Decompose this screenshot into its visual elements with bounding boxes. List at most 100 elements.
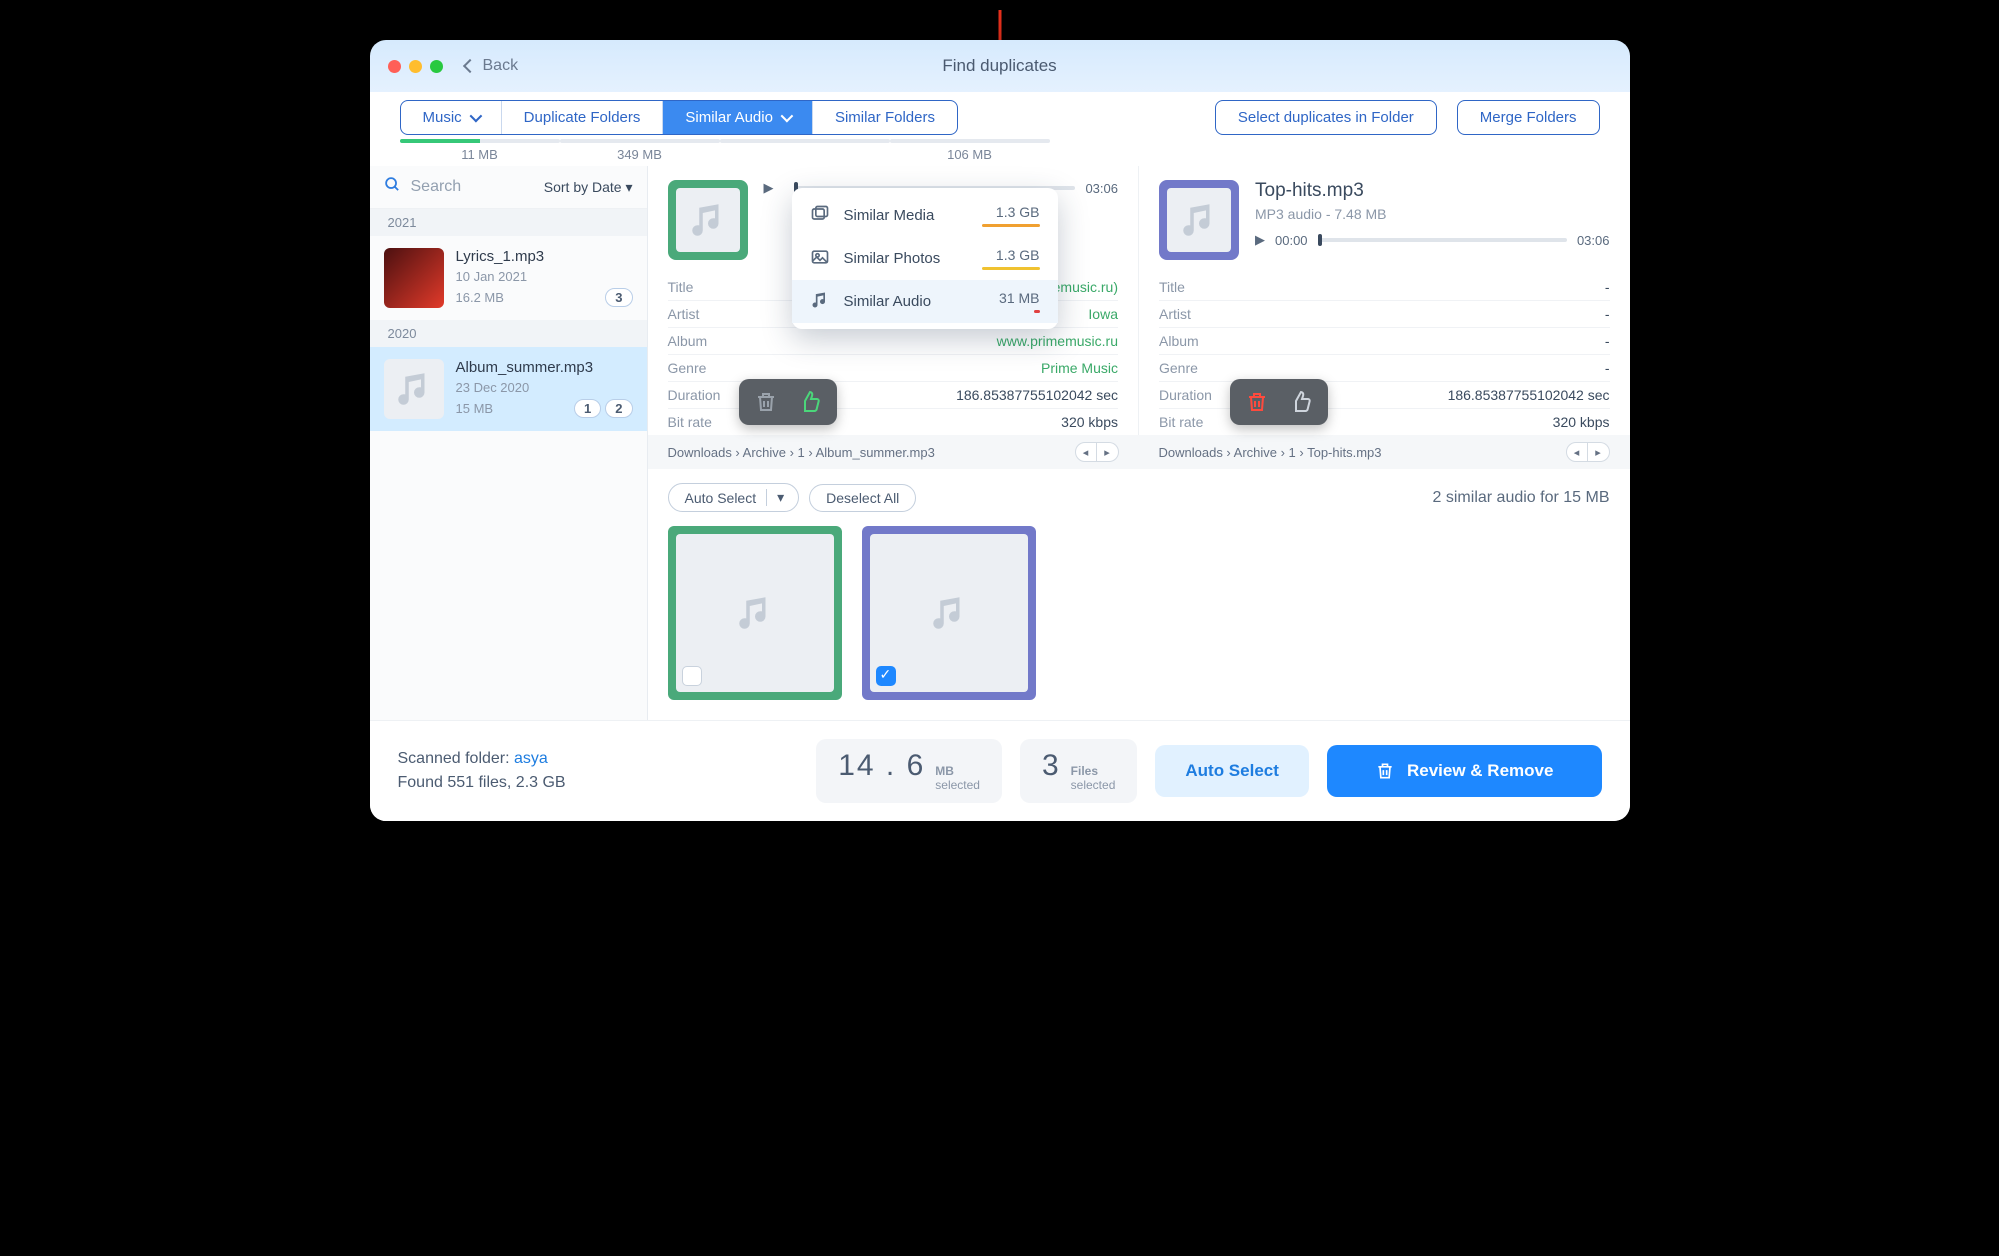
dropdown-item[interactable]: Similar Media 1.3 GB — [792, 194, 1058, 237]
count-badge: 2 — [605, 399, 632, 418]
merge-folders-button[interactable]: Merge Folders — [1457, 100, 1600, 135]
sort-dropdown[interactable]: Sort by Date — [544, 179, 633, 196]
file-size: 15 MB — [456, 401, 494, 416]
tab-similar-audio-label: Similar Audio — [685, 109, 773, 126]
nav-prev-button[interactable]: ◂ — [1566, 442, 1588, 462]
scan-summary: Scanned folder: asya Found 551 files, 2.… — [398, 747, 566, 795]
breadcrumb: Downloads › Archive › 1 › Album_summer.m… — [648, 435, 1139, 469]
back-label: Back — [483, 57, 519, 75]
meta-value: - — [1605, 333, 1610, 349]
pane-title: Top-hits.mp3 — [1255, 180, 1610, 202]
trash-icon[interactable] — [1244, 389, 1270, 415]
breadcrumb-path[interactable]: Downloads › Archive › 1 › Album_summer.m… — [668, 445, 935, 460]
nav-next-button[interactable]: ▸ — [1097, 442, 1119, 462]
time-total: 03:06 — [1577, 233, 1610, 248]
trash-icon[interactable] — [753, 389, 779, 415]
tab-duplicate-folders[interactable]: Duplicate Folders — [502, 101, 664, 134]
year-header: 2021 — [370, 209, 647, 236]
dup-folders-size: 349 MB — [617, 147, 662, 162]
time-current: 00:00 — [1275, 233, 1308, 248]
card-checkbox[interactable] — [682, 666, 702, 686]
dropdown-size-bar — [982, 267, 1040, 270]
tab-similar-audio[interactable]: Similar Audio — [663, 101, 813, 134]
meta-key: Duration — [668, 387, 721, 403]
meta-key: Title — [668, 279, 694, 295]
sidebar: Search Sort by Date 2021 Lyrics_1.mp3 10… — [370, 166, 648, 720]
meta-value: 320 kbps — [1061, 414, 1118, 430]
file-cover — [1159, 180, 1239, 260]
meta-key: Album — [1159, 333, 1199, 349]
file-name: Lyrics_1.mp3 — [456, 248, 633, 265]
dropdown-size-bar — [1034, 310, 1040, 313]
sim-folders-size: 106 MB — [947, 147, 992, 162]
selected-size-stat: 14 . 6 MBselected — [816, 739, 1002, 803]
file-item[interactable]: Lyrics_1.mp3 10 Jan 2021 16.2 MB 3 — [370, 236, 647, 320]
meta-key: Genre — [668, 360, 707, 376]
similar-cards: 7.48 MB | 03:06 7.48 MB | 03:06 — [648, 526, 1630, 720]
meta-key: Artist — [668, 306, 700, 322]
media-icon — [810, 204, 830, 227]
dropdown-size: 1.3 GB — [996, 247, 1040, 265]
chevron-left-icon — [462, 59, 476, 73]
breadcrumb-path[interactable]: Downloads › Archive › 1 › Top-hits.mp3 — [1159, 445, 1382, 460]
titlebar: Back Find duplicates — [370, 40, 1630, 92]
window-title: Find duplicates — [942, 56, 1056, 76]
play-icon[interactable]: ▶ — [764, 180, 774, 196]
trash-icon — [1375, 761, 1395, 781]
meta-value: 186.85387755102042 sec — [956, 387, 1118, 403]
thumbs-up-icon[interactable] — [797, 389, 823, 415]
scanned-folder-link[interactable]: asya — [514, 750, 548, 767]
file-cover — [668, 180, 748, 260]
similar-card[interactable]: 7.48 MB | 03:06 — [668, 526, 842, 700]
selected-files-stat: 3 Filesselected — [1020, 739, 1137, 803]
action-float — [1230, 379, 1328, 425]
nav-next-button[interactable]: ▸ — [1588, 442, 1610, 462]
dropdown-item[interactable]: Similar Audio 31 MB — [792, 280, 1058, 323]
meta-value: - — [1605, 306, 1610, 322]
similar-card[interactable]: 7.48 MB | 03:06 — [862, 526, 1036, 700]
card-checkbox[interactable] — [876, 666, 896, 686]
tabs-row: Music Duplicate Folders Similar Audio Si… — [370, 92, 1630, 139]
photo-icon — [810, 247, 830, 270]
dropdown-size-bar — [982, 224, 1040, 227]
progress-bar[interactable] — [1318, 238, 1567, 242]
app-window: Back Find duplicates Music Duplicate Fol… — [370, 40, 1630, 821]
minimize-window-button[interactable] — [409, 60, 422, 73]
play-icon[interactable]: ▶ — [1255, 232, 1265, 248]
thumbs-up-icon[interactable] — [1288, 389, 1314, 415]
tab-similar-folders[interactable]: Similar Folders — [813, 101, 957, 134]
auto-select-button[interactable]: Auto Select ▾ — [668, 483, 800, 512]
deselect-all-button[interactable]: Deselect All — [809, 484, 916, 512]
dropdown-item[interactable]: Similar Photos 1.3 GB — [792, 237, 1058, 280]
meta-value: - — [1605, 360, 1610, 376]
audio-player[interactable]: ▶ 00:00 03:06 — [1255, 232, 1610, 248]
footer-auto-select-button[interactable]: Auto Select — [1155, 745, 1309, 797]
pane-subtitle: MP3 audio - 7.48 MB — [1255, 206, 1610, 222]
meta-value: - — [1605, 279, 1610, 295]
meta-key: Artist — [1159, 306, 1191, 322]
close-window-button[interactable] — [388, 60, 401, 73]
time-total: 03:06 — [1085, 181, 1118, 196]
tab-music[interactable]: Music — [401, 101, 502, 134]
file-name: Album_summer.mp3 — [456, 359, 633, 376]
count-badge: 3 — [605, 288, 632, 307]
review-remove-button[interactable]: Review & Remove — [1327, 745, 1602, 797]
action-float — [739, 379, 837, 425]
selection-toolbar: Auto Select ▾ Deselect All 2 similar aud… — [648, 469, 1630, 526]
breadcrumb: Downloads › Archive › 1 › Top-hits.mp3 ◂… — [1139, 435, 1630, 469]
chevron-down-icon[interactable]: ▾ — [766, 489, 792, 506]
dropdown-label: Similar Audio — [844, 293, 986, 310]
count-badge: 1 — [574, 399, 601, 418]
category-tabs: Music Duplicate Folders Similar Audio Si… — [400, 100, 958, 135]
zoom-window-button[interactable] — [430, 60, 443, 73]
file-thumbnail — [384, 248, 444, 308]
search-input[interactable]: Search — [411, 178, 534, 196]
dropdown-label: Similar Media — [844, 207, 968, 224]
file-item[interactable]: Album_summer.mp3 23 Dec 2020 15 MB 12 — [370, 347, 647, 431]
audio-icon — [810, 290, 830, 313]
search-icon — [384, 176, 401, 198]
nav-prev-button[interactable]: ◂ — [1075, 442, 1097, 462]
select-duplicates-in-folder-button[interactable]: Select duplicates in Folder — [1215, 100, 1437, 135]
music-size: 11 MB — [461, 147, 498, 162]
back-button[interactable]: Back — [465, 57, 519, 75]
